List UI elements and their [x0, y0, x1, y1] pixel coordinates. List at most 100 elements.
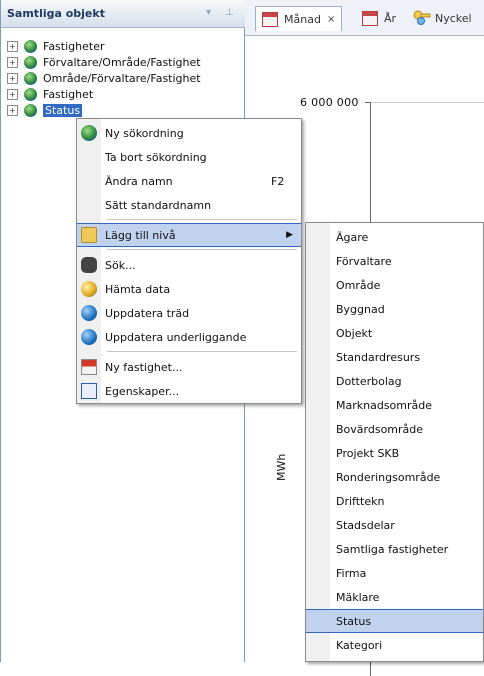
calendar-icon	[362, 10, 378, 26]
tree-item-fastighet[interactable]: + Fastighet	[7, 86, 93, 102]
menu-separator	[107, 219, 297, 220]
menu-separator	[107, 249, 297, 250]
menu-item-uppdatera-underliggande[interactable]: Uppdatera underliggande	[77, 325, 301, 349]
submenu-item-label: Stadsdelar	[336, 518, 395, 532]
tree-item-label: Fastigheter	[43, 39, 105, 53]
globe-icon	[81, 125, 97, 141]
menu-item-andra-namn[interactable]: Ändra namn F2	[77, 169, 301, 193]
submenu-item-label: Ronderingsområde	[336, 470, 441, 484]
panel-header: Samtliga objekt ▾ ⊥	[1, 0, 245, 28]
globe-icon	[24, 87, 37, 101]
submenu-item-omrade[interactable]: Område	[306, 273, 483, 297]
submenu-item-objekt[interactable]: Objekt	[306, 321, 483, 345]
submenu-item-maklare[interactable]: Mäklare	[306, 585, 483, 609]
panel-title: Samtliga objekt	[7, 7, 105, 20]
submenu-item-forvaltare[interactable]: Förvaltare	[306, 249, 483, 273]
tab-ar[interactable]: År	[362, 6, 396, 30]
menu-item-label: Uppdatera underliggande	[105, 330, 247, 344]
tree-item-label: Status	[43, 103, 83, 117]
refresh-icon	[81, 329, 97, 345]
submenu-item-agare[interactable]: Ägare	[306, 225, 483, 249]
gridline	[370, 102, 484, 103]
submenu-arrow-icon: ▶	[286, 230, 293, 240]
tab-label: År	[384, 11, 397, 25]
menu-item-sok[interactable]: Sök...	[77, 253, 301, 277]
submenu-item-label: Objekt	[336, 326, 373, 340]
menu-item-hamta-data[interactable]: Hämta data	[77, 277, 301, 301]
submenu-item-firma[interactable]: Firma	[306, 561, 483, 585]
submenu-item-label: Projekt SKB	[336, 446, 400, 460]
submenu-item-label: Standardresurs	[336, 350, 421, 364]
tree-item-label: Fastighet	[43, 87, 94, 101]
menu-item-label: Egenskaper...	[105, 384, 180, 398]
tree-item-forvaltare-omrade-fastighet[interactable]: + Förvaltare/Område/Fastighet	[7, 54, 201, 70]
menu-item-ny-fastighet[interactable]: Ny fastighet...	[77, 355, 301, 379]
expand-icon[interactable]: +	[7, 56, 18, 68]
submenu-item-marknadsomrade[interactable]: Marknadsområde	[306, 393, 483, 417]
submenu-item-label: Kategori	[336, 638, 383, 652]
menu-item-label: Ny fastighet...	[105, 360, 183, 374]
globe-icon	[24, 55, 37, 69]
menu-item-label: Sätt standardnamn	[105, 198, 212, 212]
submenu-item-label: Område	[336, 278, 381, 292]
shortcut-label: F2	[271, 174, 285, 188]
menu-item-lagg-till-niva[interactable]: Lägg till nivå ▶	[77, 223, 301, 247]
submenu-item-dotterbolag[interactable]: Dotterbolag	[306, 369, 483, 393]
menu-item-ta-bort-sokordning[interactable]: Ta bort sökordning	[77, 145, 301, 169]
submenu-item-status[interactable]: Status	[306, 609, 483, 633]
tab-bar: Månad × År Nyckel	[245, 0, 484, 36]
submenu-item-label: Marknadsområde	[336, 398, 433, 412]
submenu-item-label: Status	[336, 614, 372, 628]
y-tick	[365, 102, 370, 103]
dropdown-arrow-icon[interactable]: ▾	[206, 7, 211, 18]
submenu-lagg-till-niva: Ägare Förvaltare Område Byggnad Objekt S…	[305, 222, 484, 662]
submenu-item-stadsdelar[interactable]: Stadsdelar	[306, 513, 483, 537]
menu-item-label: Ny sökordning	[105, 126, 184, 140]
globe-icon	[24, 71, 37, 85]
fetch-data-icon	[81, 281, 97, 297]
tab-label: Månad	[284, 12, 321, 26]
key-icon	[413, 10, 431, 25]
submenu-item-label: Drifttekn	[336, 494, 385, 508]
tab-label: Nyckel	[435, 11, 472, 25]
submenu-item-label: Byggnad	[336, 302, 385, 316]
submenu-item-byggnad[interactable]: Byggnad	[306, 297, 483, 321]
calendar-icon	[262, 11, 278, 27]
submenu-item-samtliga-fastigheter[interactable]: Samtliga fastigheter	[306, 537, 483, 561]
submenu-item-kategori[interactable]: Kategori	[306, 633, 483, 657]
submenu-item-drifttekn[interactable]: Drifttekn	[306, 489, 483, 513]
menu-item-uppdatera-trad[interactable]: Uppdatera träd	[77, 301, 301, 325]
binoculars-icon	[81, 257, 97, 273]
tree-item-label: Område/Förvaltare/Fastighet	[43, 71, 201, 85]
submenu-item-bovardsomrade[interactable]: Bovärdsområde	[306, 417, 483, 441]
globe-icon	[24, 39, 37, 53]
refresh-icon	[81, 305, 97, 321]
tree-item-fastigheter[interactable]: + Fastigheter	[7, 38, 104, 54]
tree-item-omrade-forvaltare-fastighet[interactable]: + Område/Förvaltare/Fastighet	[7, 70, 201, 86]
properties-icon	[81, 383, 97, 399]
expand-icon[interactable]: +	[7, 88, 18, 100]
submenu-item-label: Bovärdsområde	[336, 422, 424, 436]
expand-icon[interactable]: +	[7, 40, 18, 52]
folder-add-icon	[81, 227, 97, 243]
expand-icon[interactable]: +	[7, 104, 18, 116]
submenu-item-standardresurs[interactable]: Standardresurs	[306, 345, 483, 369]
tab-manad[interactable]: Månad ×	[255, 6, 343, 31]
submenu-item-ronderingsomrade[interactable]: Ronderingsområde	[306, 465, 483, 489]
y-axis-label: MWh	[275, 453, 288, 481]
new-property-icon	[81, 359, 97, 375]
menu-item-satt-standardnamn[interactable]: Sätt standardnamn	[77, 193, 301, 217]
pin-icon[interactable]: ⊥	[225, 7, 234, 18]
close-icon[interactable]: ×	[327, 14, 335, 25]
menu-item-label: Uppdatera träd	[105, 306, 190, 320]
submenu-item-label: Förvaltare	[336, 254, 392, 268]
submenu-item-label: Firma	[336, 566, 367, 580]
menu-item-label: Sök...	[105, 258, 136, 272]
tab-nyckel[interactable]: Nyckel	[413, 6, 472, 30]
globe-icon	[24, 103, 37, 117]
submenu-item-projekt-skb[interactable]: Projekt SKB	[306, 441, 483, 465]
tree-item-status[interactable]: + Status	[7, 102, 83, 118]
expand-icon[interactable]: +	[7, 72, 18, 84]
menu-item-egenskaper[interactable]: Egenskaper...	[77, 379, 301, 403]
menu-item-ny-sokordning[interactable]: Ny sökordning	[77, 121, 301, 145]
